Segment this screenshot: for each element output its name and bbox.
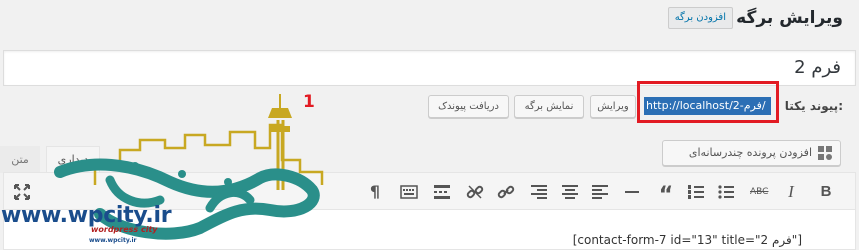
add-media-label: افزودن پرونده چندرسانه‌ای — [688, 146, 812, 159]
editor-content-text: [contact-form-7 id="13" title="فرم 2"] — [572, 233, 802, 247]
horizontal-rule-icon[interactable] — [623, 183, 641, 201]
strikethrough-icon[interactable]: ABC — [750, 183, 768, 201]
watermark-brand-url: www.wpcity.ir — [89, 237, 137, 244]
align-right-icon[interactable] — [530, 183, 548, 201]
link-icon[interactable] — [497, 183, 515, 201]
align-center-icon[interactable] — [561, 183, 579, 201]
highlight-box — [637, 81, 779, 123]
add-media-button[interactable]: افزودن پرونده چندرسانه‌ای — [662, 140, 841, 166]
view-page-button[interactable]: نمایش برگه — [514, 95, 584, 118]
bullet-list-icon[interactable] — [717, 183, 735, 201]
paragraph-icon[interactable]: ¶ — [366, 183, 384, 201]
blockquote-icon[interactable]: “ — [657, 183, 675, 208]
read-more-icon[interactable] — [433, 183, 451, 201]
permalink-label: پیوند یکتا: — [784, 99, 843, 113]
italic-icon[interactable]: I — [782, 183, 800, 201]
watermark-brand: wordpress city — [91, 225, 158, 234]
toolbar-toggle-icon[interactable] — [400, 183, 418, 201]
numbered-list-icon[interactable] — [687, 183, 705, 201]
page-title: ویرایش برگه — [736, 8, 843, 28]
align-left-icon[interactable] — [591, 183, 609, 201]
unlink-icon[interactable] — [466, 183, 484, 201]
media-icon — [818, 146, 832, 160]
permalink-edit-button[interactable]: ویرایش — [590, 95, 636, 118]
get-shortlink-button[interactable]: دریافت پیوندک — [428, 95, 509, 118]
bold-icon[interactable]: B — [817, 183, 835, 201]
add-page-button[interactable]: افزودن برگه — [667, 7, 733, 29]
